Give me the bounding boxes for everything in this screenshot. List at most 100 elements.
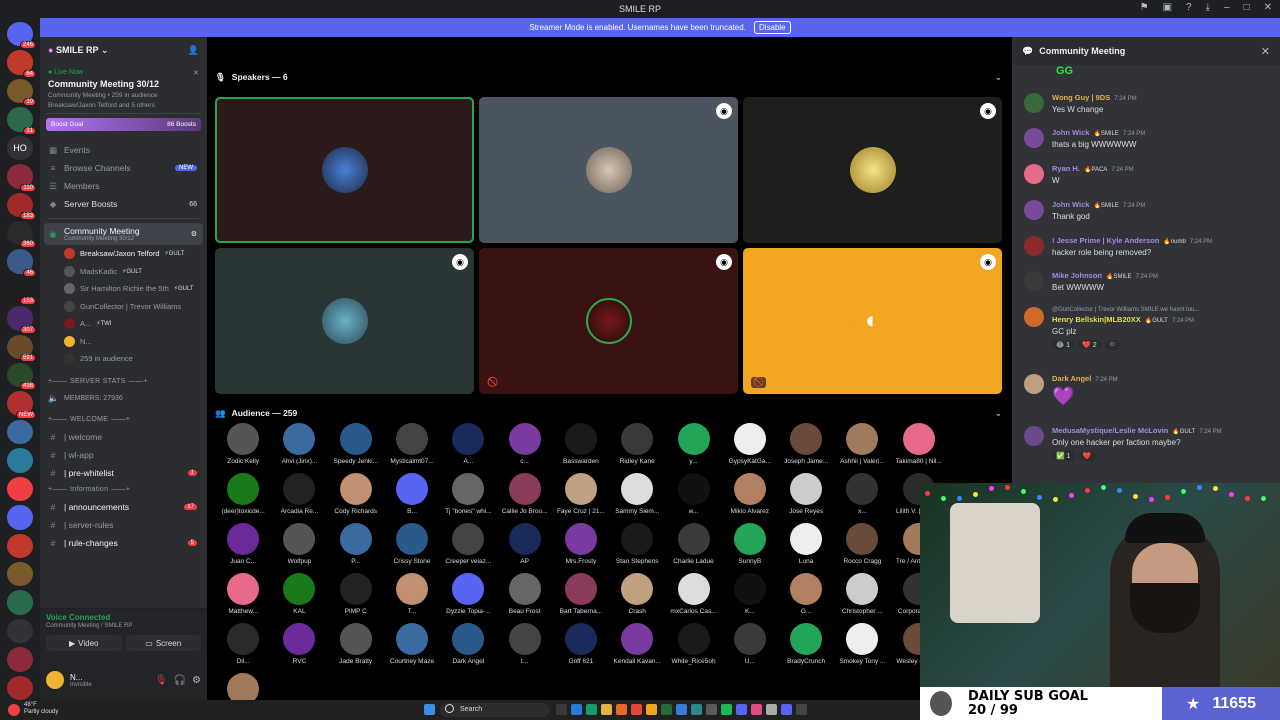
taskbar-app-icon[interactable] <box>721 704 732 715</box>
taskbar-app-icon[interactable] <box>691 704 702 715</box>
stage-member[interactable]: 259 in audience <box>40 350 207 368</box>
server-icon[interactable] <box>7 647 33 672</box>
speaker-tile[interactable]: ◉ <box>743 97 1002 243</box>
audience-member[interactable]: Beau Frost <box>496 573 552 615</box>
audience-member[interactable]: B... <box>384 473 440 515</box>
audience-member[interactable]: w... <box>665 473 721 515</box>
audience-member[interactable]: GypsyKatGa... <box>722 423 778 465</box>
avatar[interactable] <box>1024 93 1044 113</box>
audience-member[interactable]: AP <box>496 523 552 565</box>
avatar[interactable] <box>1024 236 1044 256</box>
category-welcome[interactable]: +—— WELCOME ——+ <box>40 412 207 428</box>
audience-member[interactable]: Courtney Maze <box>384 623 440 665</box>
taskbar-app-icon[interactable] <box>586 704 597 715</box>
nav-members[interactable]: ☰ Members <box>40 177 207 195</box>
stage-member[interactable]: GunCollector | Trevor Williams <box>40 298 207 316</box>
taskbar-app-icon[interactable] <box>736 704 747 715</box>
audience-member[interactable]: mxCarlos Cas... <box>665 573 721 615</box>
server-icon[interactable]: 153 <box>7 277 36 306</box>
audience-member[interactable]: T... <box>384 573 440 615</box>
reaction[interactable]: 😂 1 <box>1052 340 1075 350</box>
audience-member[interactable]: Dil... <box>215 623 271 665</box>
server-icon[interactable]: 64 <box>7 50 36 78</box>
server-icon[interactable]: 31 <box>7 107 36 135</box>
audience-member[interactable]: y... <box>665 423 721 465</box>
author-name[interactable]: Ryan H. 🔥PACA 7:24 PM <box>1052 164 1134 173</box>
taskbar-app-icon[interactable] <box>601 704 612 715</box>
taskbar-search[interactable]: Search <box>440 703 550 717</box>
help-icon[interactable]: ? <box>1186 2 1192 13</box>
taskbar-app-icon[interactable] <box>766 704 777 715</box>
channel-announcements[interactable]: # | announcements 17 <box>40 498 207 516</box>
audience-member[interactable]: t... <box>496 623 552 665</box>
audience-member[interactable]: Speedy Jenki... <box>328 423 384 465</box>
audience-member[interactable]: Smokey Tony ... <box>834 623 890 665</box>
server-icon[interactable]: 110 <box>7 164 36 192</box>
members-stat[interactable]: 🔈 MEMBERS: 27936 <box>40 390 207 408</box>
audience-member[interactable]: Ridley Kane <box>609 423 665 465</box>
avatar[interactable] <box>1024 271 1044 291</box>
nav-server-boosts[interactable]: ◆ Server Boosts 66 <box>40 195 207 213</box>
audience-member[interactable]: Tj "bones" whi... <box>440 473 496 515</box>
audience-member[interactable]: Takima80 | Nil... <box>891 423 947 465</box>
audience-member[interactable]: Mikio Alvarez <box>722 473 778 515</box>
live-stage-card[interactable]: ● Live Now ✕ Community Meeting 30/12 Comm… <box>46 65 201 114</box>
chat-message[interactable]: @GunCollector | Trevor Williams SMILE we… <box>1024 307 1274 350</box>
avatar[interactable] <box>1024 426 1044 446</box>
reaction[interactable]: ❤️ <box>1078 451 1096 461</box>
taskbar-app-icon[interactable] <box>751 704 762 715</box>
audience-member[interactable]: Callie Jo Broo... <box>496 473 552 515</box>
audience-member[interactable]: Faye Cruz | 21... <box>553 473 609 515</box>
audience-member[interactable]: Crissy Stone <box>384 523 440 565</box>
audience-member[interactable]: BradyCrunch <box>778 623 834 665</box>
author-name[interactable]: Henry Bellskin|MLB20XX 🔥GULT 7:24 PM <box>1052 315 1199 324</box>
channel-welcome[interactable]: # | welcome <box>40 428 207 446</box>
server-icon[interactable]: 10 <box>7 78 36 107</box>
audience-member[interactable]: SunnyB <box>722 523 778 565</box>
stage-member[interactable]: A... ⚡TWI <box>40 315 207 333</box>
minimize-icon[interactable]: – <box>1224 2 1230 13</box>
maximize-icon[interactable]: □ <box>1244 2 1250 13</box>
server-icon[interactable] <box>7 562 33 587</box>
audience-member[interactable]: P... <box>328 523 384 565</box>
settings-icon[interactable]: ⚙ <box>192 675 201 686</box>
channel-wl-app[interactable]: # | wl-app <box>40 446 207 464</box>
chat-message[interactable]: Ryan H. 🔥PACA 7:24 PM W <box>1024 164 1274 185</box>
reaction[interactable]: ❤️ 2 <box>1078 340 1101 350</box>
nav-events[interactable]: ▦ Events <box>40 141 207 159</box>
mic-muted-icon[interactable]: 🎙 <box>155 675 168 686</box>
chat-message[interactable]: John Wick 🔥SMILE 7:24 PM Thank god <box>1024 200 1274 221</box>
disable-button[interactable]: Disable <box>753 21 791 34</box>
taskbar-app-icon[interactable] <box>571 704 582 715</box>
speakers-header[interactable]: 🎙 Speakers — 6 ⌄ <box>207 67 1012 87</box>
add-member-icon[interactable]: 👤 <box>188 45 199 56</box>
avatar[interactable] <box>1024 128 1044 148</box>
audience-member[interactable]: Mysticalmt07... <box>384 423 440 465</box>
audience-member[interactable]: Juan C... <box>215 523 271 565</box>
avatar[interactable] <box>46 671 64 689</box>
chat-message[interactable]: John Wick 🔥SMILE 7:24 PM thats a big WWWWWW <box>1024 128 1274 149</box>
author-name[interactable]: John Wick 🔥SMILE 7:24 PM <box>1052 200 1145 209</box>
category-server-stats[interactable]: +—— SERVER STATS ——+ <box>40 374 207 390</box>
avatar[interactable] <box>1024 307 1044 327</box>
stage-member[interactable]: Sir Hamilton Richie the 5th ⚡GULT <box>40 280 207 298</box>
channel-pre-whitelist[interactable]: # | pre-whitelist 1 <box>40 464 207 482</box>
close-icon[interactable]: ✕ <box>193 69 199 77</box>
server-icon[interactable] <box>7 448 33 473</box>
audience-member[interactable]: x... <box>834 473 890 515</box>
chat-message[interactable]: ! Jesse Prime | Kyle Anderson 🔥numb 7:24 P… <box>1024 236 1274 257</box>
audience-member[interactable]: Zodic Kelly <box>215 423 271 465</box>
inbox-icon[interactable]: ⚑ <box>1140 2 1149 13</box>
server-icon[interactable] <box>7 590 33 615</box>
audience-member[interactable]: Crash <box>609 573 665 615</box>
chat-message[interactable]: Dark Angel 7:24 PM 💜 <box>1024 374 1274 407</box>
audience-member[interactable]: KAL <box>271 573 327 615</box>
audience-member[interactable]: RVC <box>271 623 327 665</box>
chat-message[interactable]: MedusaMystique/Leslie McLovin 🔥GULT 7:24 P… <box>1024 426 1274 461</box>
video-button[interactable]: ▶ Video <box>46 635 122 651</box>
stage-member[interactable]: MadsKadic ⚡GULT <box>40 263 207 281</box>
audience-member[interactable]: Goff 621 <box>553 623 609 665</box>
taskbar-app-icon[interactable] <box>616 704 627 715</box>
speaker-tile[interactable] <box>215 97 474 243</box>
audience-member[interactable]: Dark Angel <box>440 623 496 665</box>
